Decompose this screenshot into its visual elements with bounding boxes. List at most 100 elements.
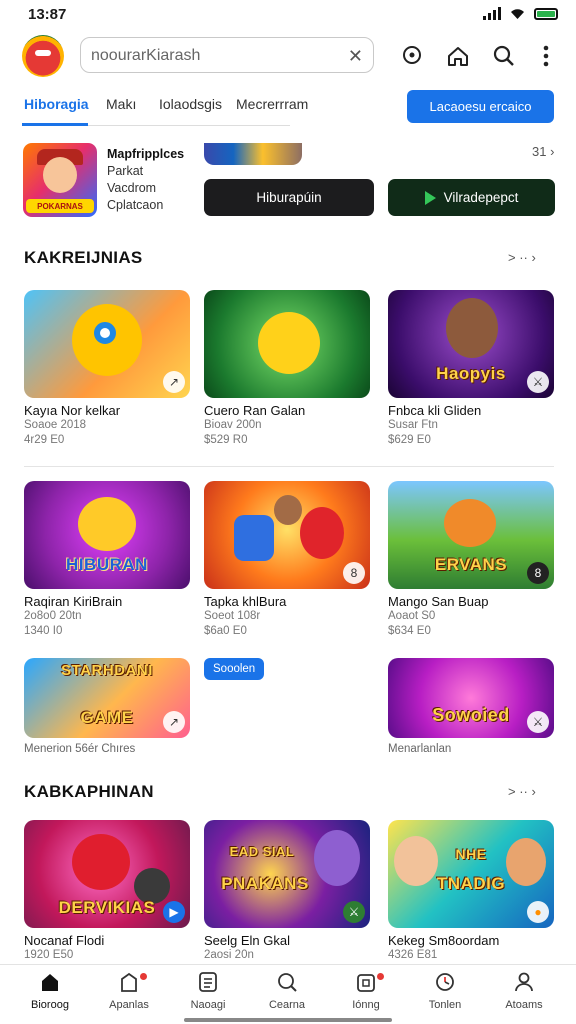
tag-pill[interactable]: Sooolen <box>204 658 265 680</box>
tab-hiboragia[interactable]: Hiboragia <box>24 96 89 112</box>
game-name: Fnbca kli Gliden <box>388 403 482 418</box>
game-title-art: NHE <box>455 846 487 862</box>
tab-mecrerrram[interactable]: Mecrerrram <box>236 96 308 112</box>
game-meta: Soeot 108r <box>204 610 261 622</box>
game-price: $634 E0 <box>388 625 431 637</box>
nav-label: Atoams <box>505 999 543 1011</box>
tab-iolaodsgis[interactable]: Iolaodsgis <box>159 96 222 112</box>
game-title-art: GAME <box>80 708 134 727</box>
nav-item-gift[interactable]: Iónng <box>326 971 406 1011</box>
game-title-art: Haopyis <box>436 364 506 383</box>
game-meta: 4326 E81 <box>388 949 438 961</box>
game-title-art: ERVANS <box>434 555 508 574</box>
featured-button-a[interactable]: Hiburapúin <box>204 179 374 216</box>
featured-logo: POKARNAS <box>26 199 94 213</box>
character-graphic <box>314 830 360 886</box>
game-card[interactable]: HIBURAN Raqiran KiriBrain 2o8o0 20tn 134… <box>24 481 190 639</box>
nav-label: Iónng <box>352 999 380 1011</box>
game-meta: Soaoe 2018 <box>24 419 87 431</box>
game-badge-icon[interactable]: ↗ <box>163 711 185 733</box>
featured-more-link[interactable]: 31 › <box>532 144 554 159</box>
game-card[interactable]: NHE TNADIG ● Kekeg Sm8oordam 4326 E81 <box>388 820 554 963</box>
game-thumbnail <box>204 290 370 398</box>
game-thumbnail: STARHDANI GAME ↗ <box>24 658 190 738</box>
featured-button-b-label: Vilradepepct <box>443 190 519 205</box>
location-pin-icon[interactable] <box>398 42 426 70</box>
search-field[interactable]: noourarKiarash ✕ <box>80 37 374 73</box>
featured-thumbnail[interactable]: POKARNAS <box>23 143 97 217</box>
game-thumbnail: EAD SIAL PNAKANS ⚔ <box>204 820 370 928</box>
nav-item-home[interactable]: Bioroog <box>10 971 90 1011</box>
search-input[interactable]: noourarKiarash <box>91 47 200 65</box>
game-thumbnail: Haopyis ⚔ <box>388 290 554 398</box>
character-graphic <box>446 298 498 358</box>
game-meta: 1920 E50 <box>24 949 74 961</box>
game-thumbnail: ERVANS 8 <box>388 481 554 589</box>
game-card[interactable]: ↗ Kayıa Nor kelkar Soaoe 2018 4r29 E0 <box>24 290 190 448</box>
game-badge-icon[interactable]: ⚔ <box>527 711 549 733</box>
game-card[interactable]: STARHDANI GAME ↗ Menerion 56ér Chıres <box>24 658 190 757</box>
game-name: Raqiran KiriBrain <box>24 594 123 609</box>
more-vertical-icon[interactable] <box>532 42 560 70</box>
section-more-link[interactable]: > ·· › <box>508 784 536 799</box>
game-meta: 2o8o0 20tn <box>24 610 82 622</box>
game-card[interactable]: Sowoied ⚔ Menarlanlan <box>388 658 554 757</box>
game-title-art: Sowoied <box>432 705 510 725</box>
primary-button[interactable]: Lacaoesu ercaico <box>407 90 554 123</box>
eye-graphic <box>94 322 116 344</box>
search-icon[interactable] <box>490 42 518 70</box>
section-title: KABKAPHINAN <box>24 782 154 801</box>
game-meta: 2aosi 20n <box>204 949 254 961</box>
nav-item-profile[interactable]: Atoams <box>484 971 564 1011</box>
game-card[interactable]: Cuero Ran Galan Bioav 200n $529 R0 <box>204 290 370 448</box>
game-badge-icon[interactable]: ⚔ <box>343 901 365 923</box>
game-title-art: STARHDANI <box>61 662 153 679</box>
game-card[interactable]: Haopyis ⚔ Fnbca kli Gliden Susar Ftn $62… <box>388 290 554 448</box>
nav-item-list[interactable]: Naoagi <box>168 971 248 1011</box>
nav-item-clock[interactable]: Tonlen <box>405 971 485 1011</box>
game-price: 1340 I0 <box>24 625 63 637</box>
profile-icon <box>484 971 564 997</box>
game-name: Menerion 56ér Chıres <box>24 743 136 755</box>
clock-icon <box>405 971 485 997</box>
game-card[interactable]: ERVANS 8 Mango San Buap Aoaot S0 $634 E0 <box>388 481 554 639</box>
character-graphic <box>300 507 344 559</box>
featured-banner[interactable] <box>204 143 302 165</box>
game-badge-icon[interactable]: 8 <box>527 562 549 584</box>
game-card[interactable]: 8 Tapka khlBura Soeot 108r $6a0 E0 <box>204 481 370 639</box>
game-name: Nocanaf Flodi <box>24 933 105 948</box>
character-graphic <box>274 495 302 525</box>
top-bar: noourarKiarash ✕ <box>0 34 576 80</box>
notification-dot <box>377 973 384 980</box>
nav-item-search[interactable]: Cearna <box>247 971 327 1011</box>
game-card[interactable]: DERVIKIAS ▶ Nocanaf Flodi 1920 E50 <box>24 820 190 963</box>
game-badge-icon[interactable]: ● <box>527 901 549 923</box>
play-icon <box>424 190 436 205</box>
game-meta: Aoaot S0 <box>388 610 436 622</box>
game-name: Menarlanlan <box>388 743 452 755</box>
nav-label: Tonlen <box>428 999 462 1011</box>
game-meta: Bioav 200n <box>204 419 262 431</box>
game-price: 4r29 E0 <box>24 434 65 446</box>
game-badge-icon[interactable]: ▶ <box>163 901 185 923</box>
game-badge-icon[interactable]: ⚔ <box>527 371 549 393</box>
featured-button-a-label: Hiburapúin <box>256 190 322 205</box>
featured-button-b[interactable]: Vilradepepct <box>388 179 555 216</box>
clear-x-icon[interactable]: ✕ <box>348 46 363 67</box>
game-badge-icon[interactable]: ↗ <box>163 371 185 393</box>
nav-item-apps[interactable]: Apanlas <box>89 971 169 1011</box>
game-card[interactable]: EAD SIAL PNAKANS ⚔ Seelg Eln Gkal 2aosi … <box>204 820 370 963</box>
section-more-link[interactable]: > ·· › <box>508 250 536 265</box>
gift-icon <box>326 971 406 997</box>
home-indicator[interactable] <box>184 1018 392 1022</box>
status-bar: 13:87 <box>0 0 576 30</box>
character-graphic <box>43 157 77 193</box>
avatar[interactable] <box>22 35 64 77</box>
tab-maki[interactable]: Makı <box>106 96 136 112</box>
game-meta: Susar Ftn <box>388 419 438 431</box>
home-icon[interactable] <box>444 42 472 70</box>
game-title-art: EAD SIAL <box>229 844 295 859</box>
section-title: KAKREIJNIAS <box>24 248 143 267</box>
game-badge-icon[interactable]: 8 <box>343 562 365 584</box>
game-name: Cuero Ran Galan <box>204 403 306 418</box>
